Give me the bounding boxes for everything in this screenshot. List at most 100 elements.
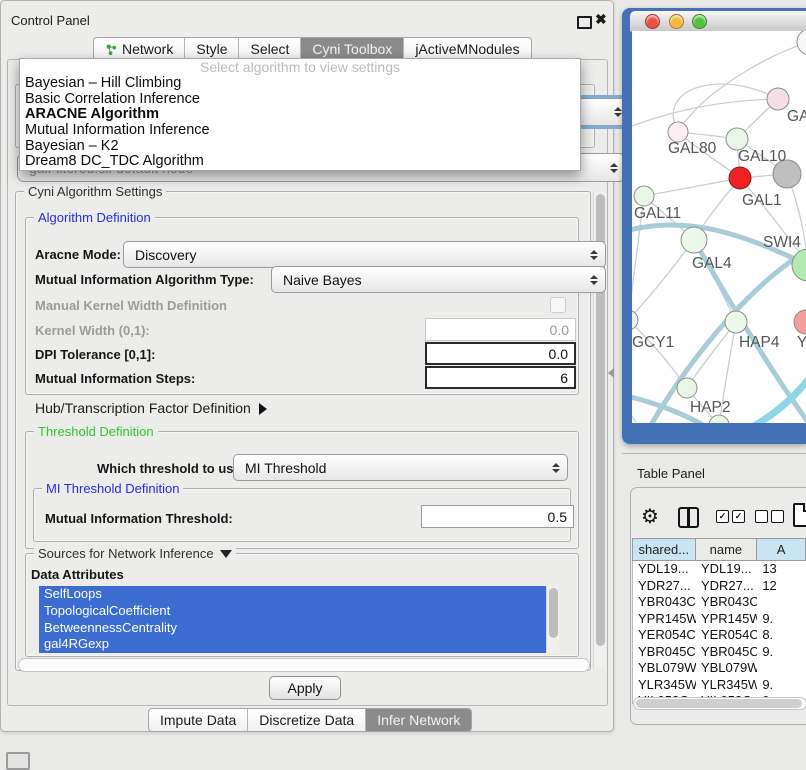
network-node-hap2[interactable] (677, 378, 697, 398)
node-label-gal10: GAL10 (738, 148, 787, 165)
table-cell[interactable]: YER054C (696, 627, 757, 644)
table-cell[interactable]: YPR145W (696, 611, 757, 628)
attribute-item-betweennesscentrality[interactable]: BetweennessCentrality (39, 620, 547, 637)
network-node-gcy1[interactable] (632, 310, 638, 330)
gear-icon[interactable]: ⚙ (641, 504, 659, 529)
minimize-traffic-light[interactable] (669, 14, 684, 29)
table-row[interactable]: YBR045CYBR045C9. (633, 644, 806, 661)
aracne-mode-combo[interactable]: Discovery (123, 241, 606, 268)
network-node-gal1[interactable] (729, 167, 751, 189)
table-row[interactable]: YDR27...YDR27...12 (633, 578, 806, 595)
table-cell[interactable] (757, 594, 806, 611)
mi-threshold-field[interactable]: 0.5 (421, 505, 574, 528)
table-cell[interactable] (757, 660, 806, 677)
network-node[interactable] (709, 415, 729, 423)
close-icon[interactable]: ✖ (595, 11, 607, 28)
file-icon[interactable] (793, 503, 806, 527)
tab-cyni-toolbox[interactable]: Cyni Toolbox (300, 38, 403, 60)
tab-style[interactable]: Style (184, 38, 238, 60)
table-cell[interactable]: 9. (757, 677, 806, 694)
algorithm-option-bayesian-k2[interactable]: Bayesian – K2 (20, 139, 580, 155)
table-cell[interactable]: YBR043C (696, 594, 757, 611)
table-cell[interactable]: YBR045C (696, 644, 757, 661)
algorithm-option-bayesian-hill-climbing[interactable]: Bayesian – Hill Climbing (20, 76, 580, 92)
table-cell[interactable]: 9. (757, 611, 806, 628)
network-node-y[interactable] (794, 310, 806, 334)
aracne-mode-label: Aracne Mode: (35, 247, 121, 262)
tab-impute-data[interactable]: Impute Data (149, 709, 247, 731)
network-node-hap4[interactable] (725, 311, 747, 333)
algorithm-option-dream8-dc-tdc-algorithm[interactable]: Dream8 DC_TDC Algorithm (20, 154, 580, 170)
table-cell[interactable]: YLR345W (633, 677, 696, 694)
table-row[interactable]: YBR043CYBR043C (633, 594, 806, 611)
algorithm-option-basic-correlation-inference[interactable]: Basic Correlation Inference (20, 92, 580, 108)
table-cell[interactable]: YBR043C (633, 594, 696, 611)
network-node[interactable] (797, 31, 806, 55)
minimized-panel-chip[interactable] (6, 752, 30, 770)
float-window-icon[interactable] (577, 16, 592, 29)
table-cell[interactable]: YBR045C (633, 644, 696, 661)
table-row[interactable]: YBL079WYBL079W (633, 660, 806, 677)
manual-kernel-checkbox[interactable] (550, 297, 566, 313)
close-traffic-light[interactable] (645, 14, 660, 29)
columns-icon[interactable] (678, 507, 699, 528)
table-cell[interactable]: 8. (757, 627, 806, 644)
table-horizontal-scrollbar[interactable] (633, 697, 806, 710)
attribute-item-topologicalcoefficient[interactable]: TopologicalCoefficient (39, 603, 547, 620)
table-cell[interactable]: YDL19... (633, 561, 696, 578)
table-cell[interactable]: YER054C (633, 627, 696, 644)
attributes-scrollbar[interactable] (546, 586, 559, 653)
tab-network[interactable]: Network (94, 38, 184, 60)
tab-discretize-data[interactable]: Discretize Data (247, 709, 365, 731)
table-row[interactable]: YER054CYER054C8. (633, 627, 806, 644)
table-cell[interactable]: 9. (757, 644, 806, 661)
kernel-width-field[interactable]: 0.0 (425, 318, 576, 341)
network-node-gal4[interactable] (681, 227, 707, 253)
table-cell[interactable]: YDL19... (696, 561, 757, 578)
zoom-traffic-light[interactable] (692, 14, 707, 29)
attribute-item-gal4rgexp[interactable]: gal4RGexp (39, 636, 547, 653)
table-row[interactable]: YPR145WYPR145W9. (633, 611, 806, 628)
attribute-item-selfloops[interactable]: SelfLoops (39, 586, 547, 603)
table-cell[interactable]: 12 (757, 578, 806, 595)
mi-type-combo[interactable]: Naive Bayes (271, 266, 606, 293)
dropdown-placeholder: Select algorithm to view settings (20, 59, 580, 76)
mi-steps-field[interactable]: 6 (425, 366, 576, 389)
table-cell[interactable]: YDR27... (633, 578, 696, 595)
sources-title-row[interactable]: Sources for Network Inference (34, 546, 236, 561)
algorithm-option-aracne-algorithm[interactable]: ARACNE Algorithm (20, 107, 580, 123)
table-cell[interactable]: YBL079W (696, 660, 757, 677)
table-row[interactable]: YLR345WYLR345W9. (633, 677, 806, 694)
network-window-titlebar[interactable] (630, 11, 806, 32)
threshold-definition-title: Threshold Definition (34, 424, 158, 439)
table-cell[interactable]: 13 (757, 561, 806, 578)
network-node-swi4[interactable] (792, 249, 806, 281)
column-header-a[interactable]: A (757, 538, 806, 561)
select-all-columns-icon[interactable]: ✓✓ (716, 510, 745, 523)
network-node-gal10[interactable] (726, 128, 748, 150)
column-header-name[interactable]: name (696, 538, 758, 561)
network-node-gal80[interactable] (668, 122, 688, 142)
deselect-all-columns-icon[interactable] (755, 510, 784, 523)
data-attributes-list[interactable]: SelfLoopsTopologicalCoefficientBetweenne… (39, 586, 559, 653)
column-header-shared[interactable]: shared... (632, 538, 696, 561)
table-cell[interactable]: YLR345W (696, 677, 757, 694)
table-cell[interactable]: YDR27... (696, 578, 757, 595)
tab-select[interactable]: Select (238, 38, 300, 60)
network-node-gal11[interactable] (634, 186, 654, 206)
network-canvas[interactable]: GALGAL80GAL10GAL1GAL11SWI4GAL4GCY1HAP4YH… (632, 31, 806, 423)
table-cell[interactable]: YPR145W (633, 611, 696, 628)
algorithm-option-mutual-information-inference[interactable]: Mutual Information Inference (20, 123, 580, 139)
hub-definition-toggle[interactable]: Hub/Transcription Factor Definition (35, 400, 267, 416)
apply-button[interactable]: Apply (269, 676, 341, 700)
network-node-gal[interactable] (767, 88, 789, 110)
tab-infer-network[interactable]: Infer Network (365, 709, 471, 731)
node-label-hap2: HAP2 (690, 399, 731, 416)
table-row[interactable]: YDL19...YDL19...13 (633, 561, 806, 578)
tab-jactivemnodules[interactable]: jActiveMNodules (403, 38, 530, 60)
dpi-tolerance-field[interactable]: 0.0 (425, 342, 576, 365)
table-cell[interactable]: YBL079W (633, 660, 696, 677)
splitter-collapse-icon[interactable] (608, 368, 614, 378)
which-threshold-combo[interactable]: MI Threshold (233, 454, 568, 481)
settings-horizontal-scrollbar[interactable] (18, 658, 590, 672)
